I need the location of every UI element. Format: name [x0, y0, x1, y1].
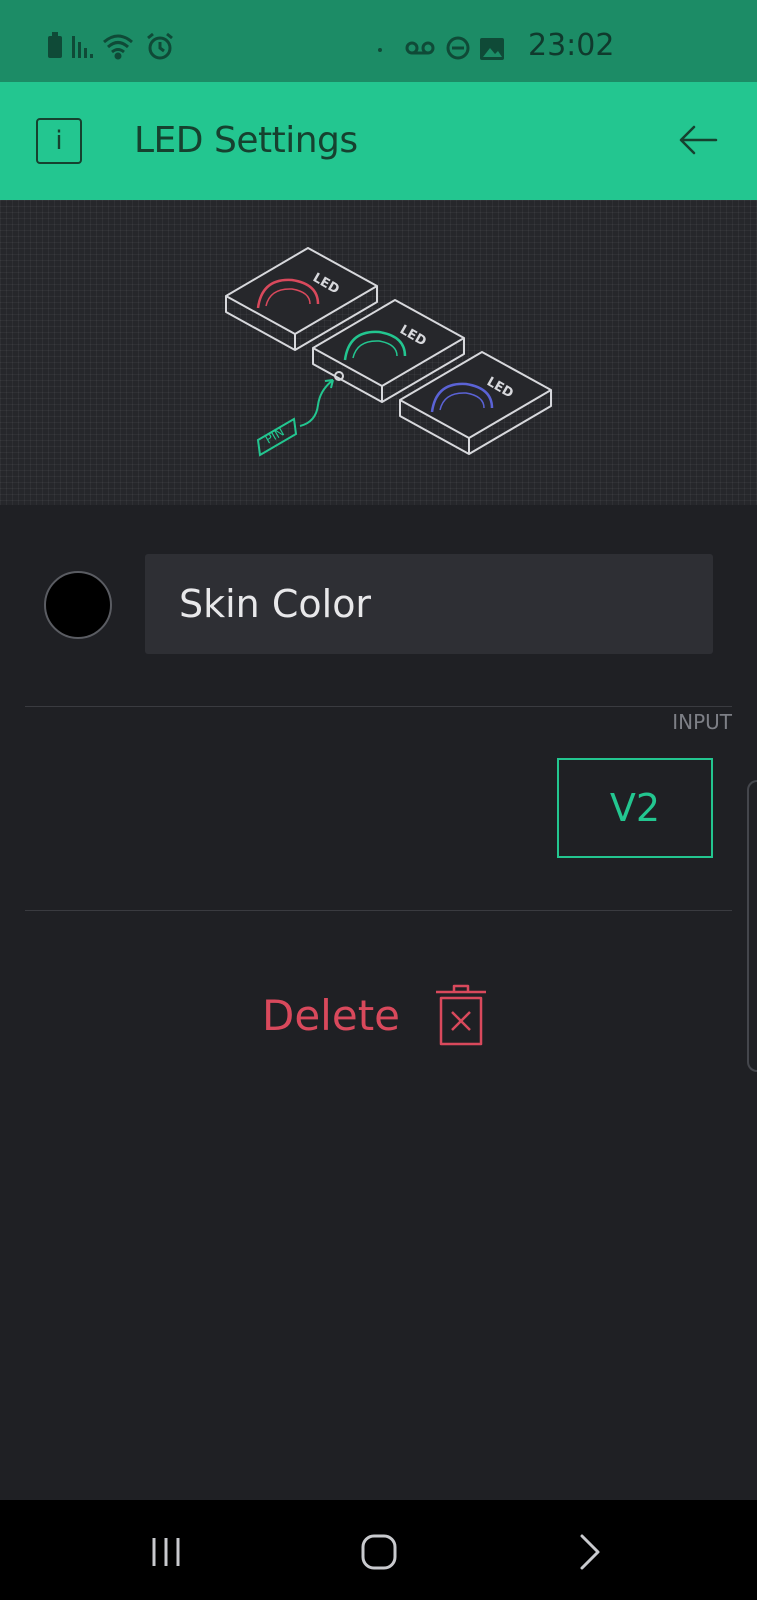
status-time: 23:02	[528, 28, 615, 63]
wifi-icon	[103, 34, 133, 60]
dot-icon	[378, 48, 382, 52]
led-block-blue	[399, 351, 552, 455]
led-illustration-graphic: LED LED LED PIN	[225, 247, 552, 457]
led-illustration: LED LED LED PIN	[0, 200, 757, 505]
input-label: INPUT	[672, 710, 732, 734]
info-button[interactable]: i	[36, 118, 82, 164]
pin-select-button[interactable]: V2	[557, 758, 713, 858]
arrow-left-icon[interactable]	[676, 118, 720, 162]
do-not-disturb-icon	[446, 36, 470, 60]
battery-icon	[48, 32, 62, 58]
navigation-bar	[0, 1500, 757, 1600]
led-settings-screen: 23:02 i LED Settings LED LED LED PIN Ski…	[0, 0, 757, 1600]
back-icon[interactable]	[570, 1530, 614, 1574]
voicemail-icon	[405, 41, 435, 55]
status-bar: 23:02	[0, 0, 757, 82]
home-icon[interactable]	[357, 1530, 401, 1574]
alarm-icon	[147, 32, 173, 60]
delete-button[interactable]: Delete	[262, 980, 488, 1050]
color-swatch[interactable]	[44, 571, 112, 639]
trash-icon	[436, 984, 486, 1046]
divider	[25, 706, 732, 707]
divider	[25, 910, 732, 911]
status-icons-right	[378, 36, 504, 60]
pin-label: PIN	[263, 425, 287, 447]
info-icon: i	[55, 126, 63, 156]
recent-apps-icon[interactable]	[146, 1530, 190, 1574]
image-icon	[480, 38, 504, 60]
signal-icon	[72, 36, 93, 58]
scroll-edge-handle[interactable]	[747, 780, 757, 1072]
delete-label: Delete	[262, 990, 400, 1040]
app-bar: i LED Settings	[0, 82, 757, 200]
widget-name-input[interactable]: Skin Color	[145, 554, 713, 654]
pin-connector: PIN	[256, 371, 344, 457]
status-icons-left	[48, 32, 173, 60]
page-title: LED Settings	[134, 120, 358, 161]
